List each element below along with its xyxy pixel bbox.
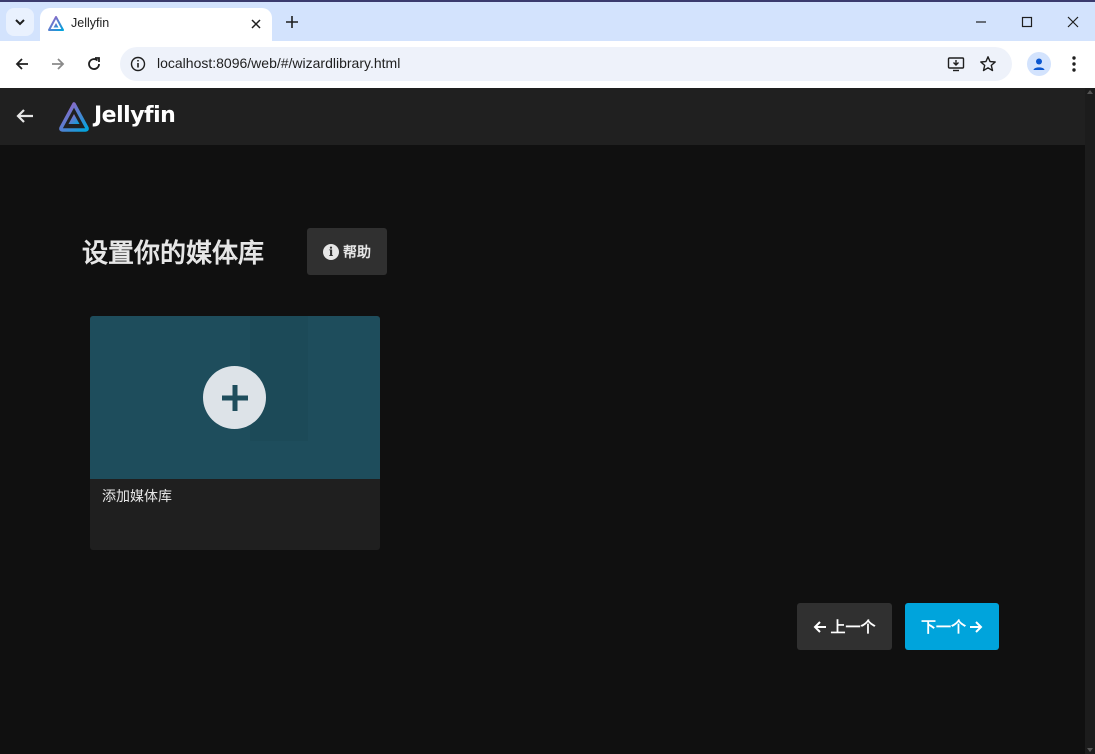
- scroll-down-arrow-icon[interactable]: [1087, 748, 1093, 752]
- arrow-right-icon: [52, 58, 65, 70]
- tab-title: Jellyfin: [71, 16, 110, 30]
- arrow-left-icon: [15, 58, 28, 70]
- next-button[interactable]: 下一个: [905, 603, 999, 650]
- address-bar[interactable]: localhost:8096/web/#/wizardlibrary.html: [120, 47, 1012, 81]
- info-icon: i: [323, 243, 339, 260]
- browser-menu-button[interactable]: [1066, 53, 1082, 75]
- window-close-button[interactable]: [1063, 12, 1083, 32]
- browser-tab-bar: Jellyfin: [0, 0, 1095, 43]
- minimize-icon: [976, 21, 986, 23]
- scroll-up-arrow-icon[interactable]: [1087, 90, 1093, 94]
- browser-back-button[interactable]: [11, 53, 33, 75]
- bookmark-button[interactable]: [979, 55, 997, 73]
- jellyfin-logo-icon[interactable]: [58, 101, 90, 133]
- add-library-label[interactable]: 添加媒体库: [102, 486, 172, 506]
- star-icon: [980, 56, 996, 72]
- close-icon: [251, 19, 261, 29]
- page-scrollbar[interactable]: [1085, 88, 1095, 754]
- install-app-button[interactable]: [947, 55, 965, 73]
- profile-icon: [1033, 58, 1045, 70]
- install-app-icon: [947, 57, 965, 72]
- reload-button[interactable]: [83, 53, 105, 75]
- wizard-content: 设置你的媒体库 i 帮助 添加媒体库 上一个 下一个: [0, 145, 1085, 754]
- page-title: 设置你的媒体库: [82, 239, 265, 269]
- tab-close-button[interactable]: [248, 16, 264, 32]
- previous-button[interactable]: 上一个: [797, 603, 892, 650]
- chevron-down-icon: [15, 19, 25, 26]
- app-logo-text[interactable]: Jellyfin: [94, 103, 176, 128]
- site-info-icon[interactable]: [130, 56, 146, 72]
- minimize-button[interactable]: [971, 12, 991, 32]
- arrow-left-icon: [814, 620, 827, 633]
- maximize-icon: [1021, 16, 1033, 28]
- new-tab-button[interactable]: [282, 12, 302, 32]
- browser-toolbar: localhost:8096/web/#/wizardlibrary.html: [0, 41, 1095, 88]
- card-image[interactable]: [90, 316, 380, 479]
- plus-icon: [286, 16, 298, 28]
- browser-tab[interactable]: Jellyfin: [40, 8, 272, 43]
- url-text[interactable]: localhost:8096/web/#/wizardlibrary.html: [157, 55, 400, 71]
- tab-search-button[interactable]: [6, 8, 34, 36]
- back-arrow-icon[interactable]: [14, 105, 36, 127]
- kebab-menu-icon: [1072, 56, 1076, 72]
- profile-button[interactable]: [1027, 52, 1051, 76]
- add-library-button[interactable]: [203, 366, 266, 429]
- help-button-label: 帮助: [343, 244, 371, 261]
- next-button-label: 下一个: [920, 618, 966, 636]
- jellyfin-favicon-icon: [48, 16, 64, 31]
- add-library-card[interactable]: 添加媒体库: [90, 316, 380, 550]
- previous-button-label: 上一个: [830, 618, 876, 636]
- close-icon: [1067, 16, 1079, 28]
- plus-icon: [221, 384, 248, 411]
- app-header: Jellyfin: [0, 88, 1095, 145]
- browser-forward-button[interactable]: [47, 53, 69, 75]
- arrow-right-icon: [970, 620, 983, 633]
- reload-icon: [88, 57, 100, 70]
- help-button[interactable]: i 帮助: [307, 228, 387, 275]
- maximize-button[interactable]: [1017, 12, 1037, 32]
